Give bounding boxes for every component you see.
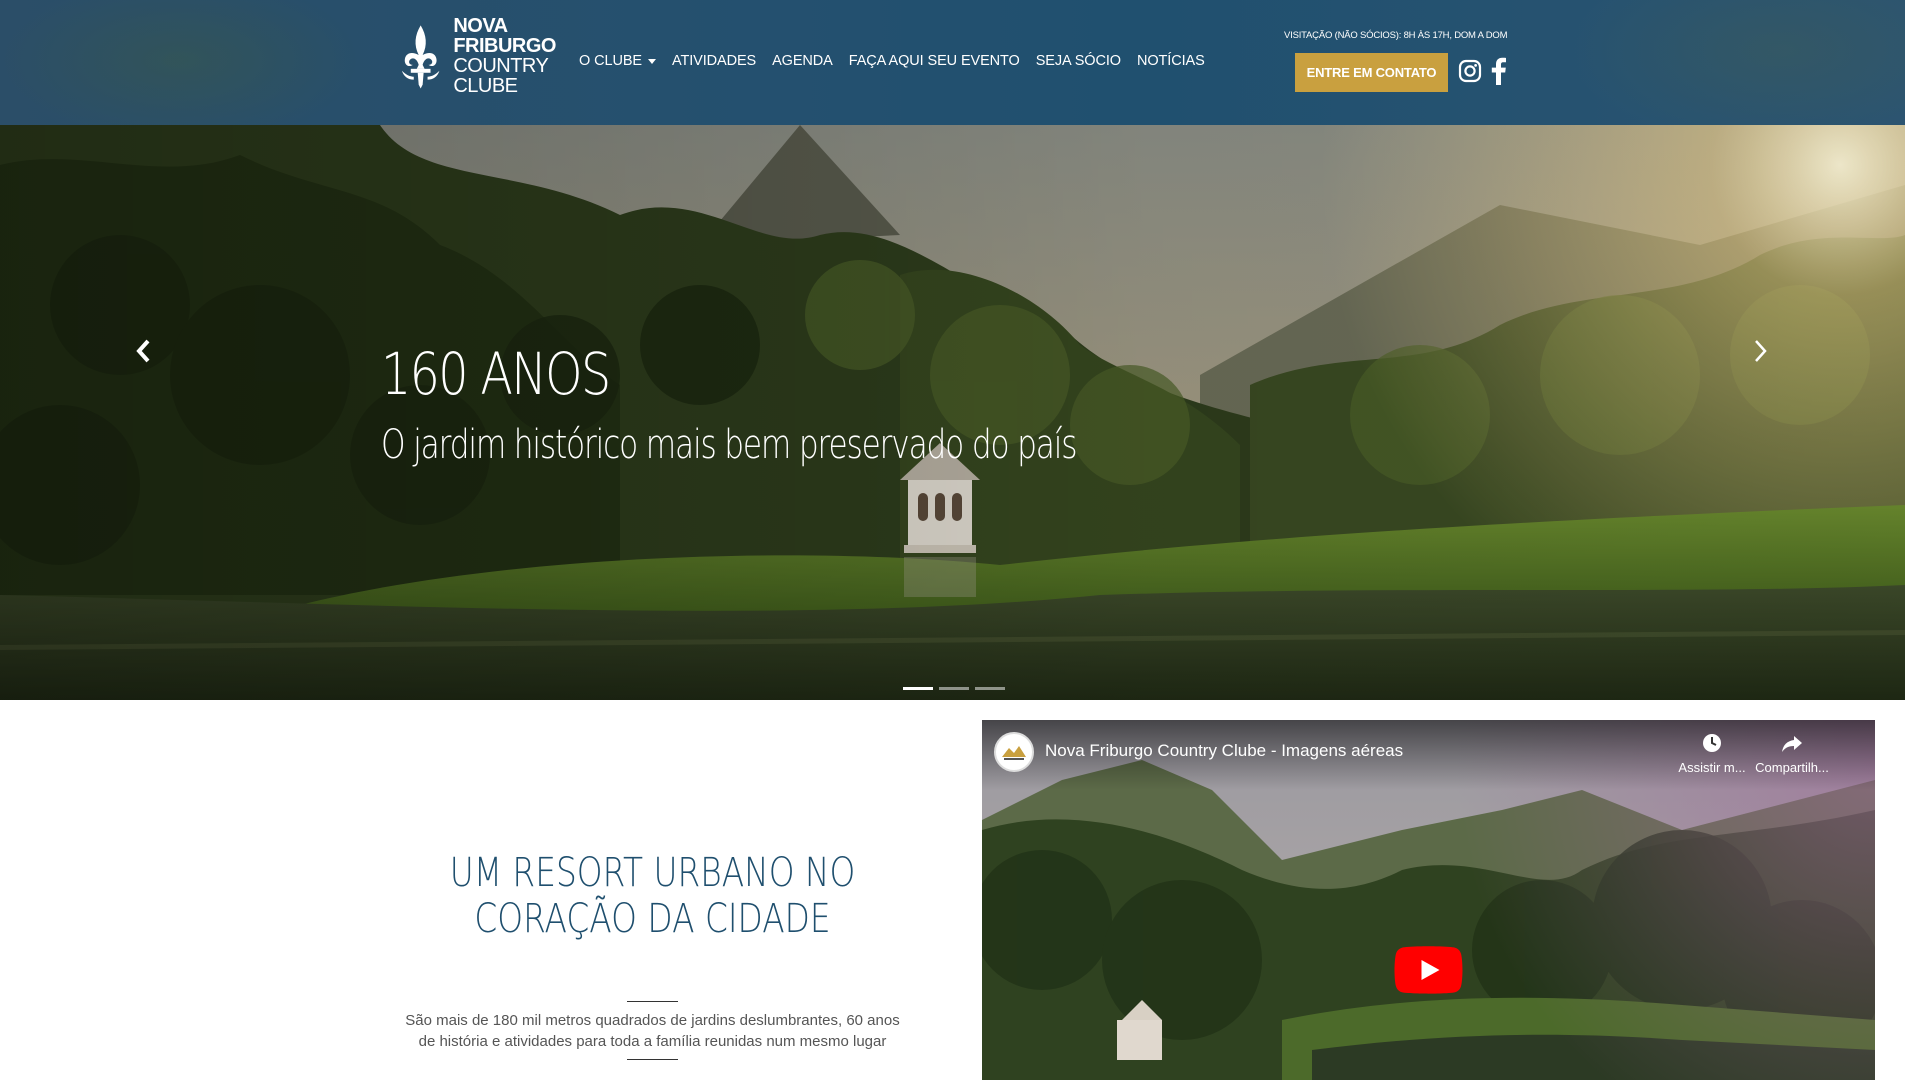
visiting-hours-note: VISITAÇÃO (NÃO SÓCIOS): 8H ÀS 17H, DOM A… — [1284, 30, 1508, 41]
chevron-left-icon[interactable] — [131, 335, 155, 367]
nav-item-agenda[interactable]: AGENDA — [772, 53, 833, 69]
hero-title: 160 ANOS — [381, 340, 611, 408]
nav-item-o-clube[interactable]: O CLUBE — [579, 53, 656, 69]
play-icon[interactable] — [1394, 946, 1463, 994]
logo-line-2: FRIBURGO — [453, 35, 556, 57]
hero-overlay — [0, 125, 1905, 700]
caret-down-icon — [647, 58, 656, 64]
share-label: Compartilh... — [1755, 760, 1829, 775]
hero-carousel: 160 ANOS O jardim histórico mais bem pre… — [0, 125, 1905, 700]
carousel-indicator-3[interactable] — [975, 687, 1005, 690]
mountain-logo-icon — [1002, 746, 1026, 760]
main-nav: O CLUBE ATIVIDADES AGENDA FAÇA AQUI SEU … — [579, 50, 1221, 72]
carousel-indicators — [900, 687, 1008, 690]
nav-item-atividades[interactable]: ATIVIDADES — [672, 53, 756, 69]
share-button[interactable]: Compartilh... — [1752, 732, 1832, 775]
watch-later-label: Assistir m... — [1678, 760, 1746, 775]
logo-wordmark: NOVA FRIBURGO COUNTRY CLUBE — [453, 16, 556, 96]
section-title-line-1: UM RESORT URBANO NO — [449, 850, 856, 896]
channel-avatar[interactable] — [994, 732, 1034, 772]
hero-subtitle: O jardim histórico mais bem preservado d… — [381, 422, 1077, 468]
nav-item-evento[interactable]: FAÇA AQUI SEU EVENTO — [849, 53, 1020, 69]
logo-line-1: NOVA — [453, 15, 508, 37]
section-title-line-2: CORAÇÃO DA CIDADE — [474, 896, 831, 942]
youtube-video-embed[interactable]: Nova Friburgo Country Clube - Imagens aé… — [982, 720, 1875, 1080]
nav-item-noticias[interactable]: NOTÍCIAS — [1137, 53, 1205, 69]
share-arrow-icon — [1782, 736, 1802, 752]
carousel-indicator-2[interactable] — [939, 687, 969, 690]
section-description: São mais de 180 mil metros quadrados de … — [395, 1010, 910, 1052]
contact-button[interactable]: ENTRE EM CONTATO — [1295, 53, 1448, 92]
divider-top — [627, 1001, 678, 1002]
nav-label-o-clube: O CLUBE — [579, 53, 642, 69]
video-title[interactable]: Nova Friburgo Country Clube - Imagens aé… — [1045, 741, 1403, 761]
logo-line-3: COUNTRY — [453, 55, 549, 77]
logo-line-4: CLUBE — [453, 75, 518, 97]
site-header: NOVA FRIBURGO COUNTRY CLUBE O CLUBE ATIV… — [0, 0, 1905, 125]
watch-later-button[interactable]: Assistir m... — [1672, 732, 1752, 775]
fleur-de-lis-icon — [401, 25, 440, 89]
club-logo[interactable]: NOVA FRIBURGO COUNTRY CLUBE — [396, 16, 556, 96]
divider-bottom — [627, 1059, 678, 1060]
facebook-icon[interactable] — [1489, 57, 1507, 85]
description-line-1: São mais de 180 mil metros quadrados de … — [405, 1012, 900, 1029]
carousel-indicator-1[interactable] — [903, 687, 933, 690]
chevron-right-icon[interactable] — [1749, 335, 1773, 367]
instagram-icon[interactable] — [1458, 59, 1482, 83]
section-title: UM RESORT URBANO NO CORAÇÃO DA CIDADE — [445, 850, 859, 942]
nav-item-seja-socio[interactable]: SEJA SÓCIO — [1036, 53, 1121, 69]
clock-icon — [1703, 734, 1721, 752]
description-line-2: de história e atividades para toda a fam… — [418, 1033, 887, 1050]
